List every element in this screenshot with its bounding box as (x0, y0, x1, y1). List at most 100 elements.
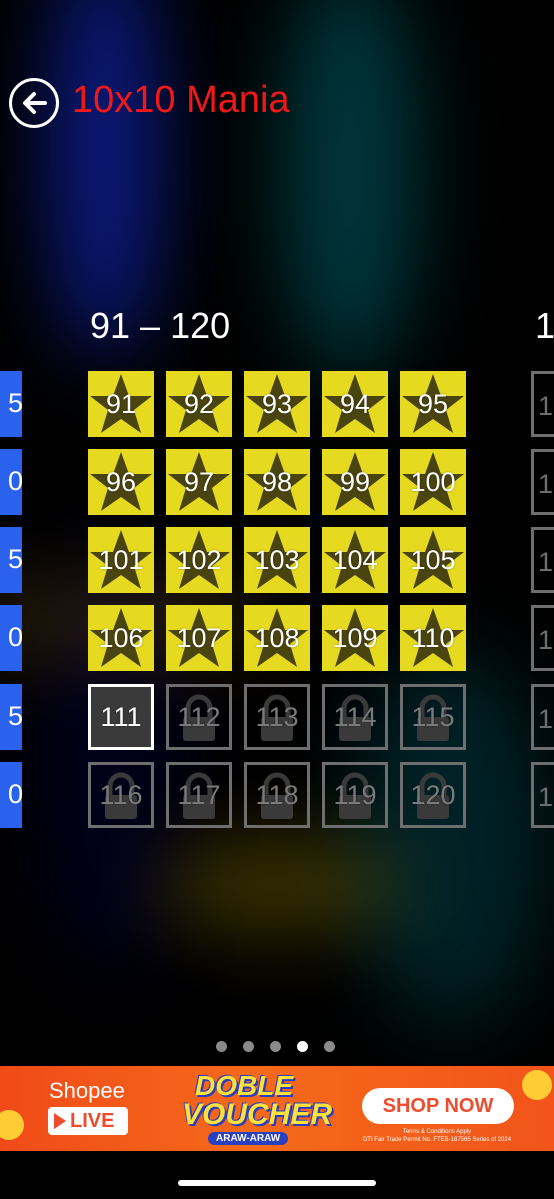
ad-live-label: LIVE (70, 1109, 115, 1132)
level-number: 1 (538, 704, 554, 734)
level-tile-92[interactable]: 92 (166, 371, 232, 437)
level-number: 114 (333, 701, 377, 732)
level-number: 101 (98, 544, 144, 575)
ad-terms-line: Terms & Conditions Apply (402, 1129, 472, 1135)
prev-page-tile[interactable]: 0 (0, 762, 22, 828)
coin-decoration (0, 1105, 29, 1145)
page-title: 91 – 120 (90, 305, 231, 346)
page-dot[interactable] (243, 1041, 254, 1052)
level-tile-108[interactable]: 108 (244, 605, 310, 671)
level-tile-95[interactable]: 95 (400, 371, 466, 437)
level-tile-117: 117 (166, 762, 232, 828)
level-number: 1 (538, 469, 554, 499)
level-number: 120 (410, 779, 456, 810)
next-page-title: 1 (535, 305, 554, 346)
page-dot[interactable] (297, 1041, 308, 1052)
level-number: 1 (538, 625, 554, 655)
level-tile-100[interactable]: 100 (400, 449, 466, 515)
level-number: 104 (332, 544, 378, 575)
level-number: 94 (339, 388, 371, 419)
level-number: 5 (7, 544, 22, 574)
ad-shop-now-button[interactable]: SHOP NOW (362, 1088, 514, 1124)
home-indicator (178, 1180, 376, 1186)
back-arrow-icon (23, 92, 47, 114)
level-number: 106 (98, 622, 144, 653)
level-tile-111[interactable]: 111 (88, 684, 154, 750)
level-number: 102 (176, 544, 222, 575)
level-number: 118 (255, 779, 299, 810)
prev-page-tile[interactable]: 5 (0, 527, 22, 593)
page-dot[interactable] (324, 1041, 335, 1052)
level-number: 5 (7, 701, 22, 731)
coin-decoration (522, 1070, 552, 1100)
level-tile-105[interactable]: 105 (400, 527, 466, 593)
ad-brand: Shopee (49, 1078, 125, 1103)
level-number: 1 (538, 782, 554, 812)
ad-tagline: ARAW-ARAW (208, 1132, 289, 1145)
prev-page-tile[interactable]: 5 (0, 371, 22, 437)
level-tile-113: 113 (244, 684, 310, 750)
ad-terms: Terms & Conditions Apply DTI Fair Trade … (362, 1128, 512, 1144)
level-number: 108 (254, 622, 300, 653)
level-number: 110 (411, 622, 455, 653)
page-indicator (216, 1041, 335, 1052)
page-dot[interactable] (216, 1041, 227, 1052)
ad-terms-line: DTI Fair Trade Permit No. FTEB-187565 Se… (362, 1137, 512, 1143)
next-page-tile: 1 (531, 527, 554, 593)
level-number: 0 (7, 622, 22, 652)
level-tile-101[interactable]: 101 (88, 527, 154, 593)
level-tile-107[interactable]: 107 (166, 605, 232, 671)
next-page-tile: 1 (531, 371, 554, 437)
level-number: 0 (7, 466, 22, 496)
prev-page-tile[interactable]: 0 (0, 449, 22, 515)
level-tile-99[interactable]: 99 (322, 449, 388, 515)
level-tile-118: 118 (244, 762, 310, 828)
level-tile-98[interactable]: 98 (244, 449, 310, 515)
ambient-background (0, 0, 554, 1199)
level-number: 5 (7, 388, 22, 418)
level-number: 93 (261, 388, 293, 419)
level-tile-97[interactable]: 97 (166, 449, 232, 515)
level-tile-94[interactable]: 94 (322, 371, 388, 437)
level-tile-115: 115 (400, 684, 466, 750)
next-page-tile: 1 (531, 684, 554, 750)
level-number: 1 (538, 391, 554, 421)
prev-page-tile[interactable]: 0 (0, 605, 22, 671)
level-tile-116: 116 (88, 762, 154, 828)
level-tile-120: 120 (400, 762, 466, 828)
level-number: 115 (411, 701, 455, 732)
level-tile-112: 112 (166, 684, 232, 750)
level-tile-106[interactable]: 106 (88, 605, 154, 671)
glow-teal (280, 0, 420, 380)
next-page-tile: 1 (531, 762, 554, 828)
level-number: 111 (100, 701, 142, 732)
level-number: 109 (332, 622, 378, 653)
page-dot[interactable] (270, 1041, 281, 1052)
ad-banner[interactable]: Shopee LIVE DOBLE VOUCHER ARAW-ARAW SHOP… (0, 1066, 554, 1151)
level-number: 112 (177, 701, 221, 732)
ad-live-badge: LIVE (48, 1107, 128, 1135)
level-tile-91[interactable]: 91 (88, 371, 154, 437)
level-number: 113 (255, 701, 299, 732)
level-number: 91 (105, 388, 137, 419)
next-page-tile: 1 (531, 449, 554, 515)
level-number: 96 (105, 466, 137, 497)
level-number: 117 (177, 779, 221, 810)
next-page-tile: 1 (531, 605, 554, 671)
level-tile-93[interactable]: 93 (244, 371, 310, 437)
level-number: 103 (254, 544, 300, 575)
prev-page-tile[interactable]: 5 (0, 684, 22, 750)
glow-gold (150, 840, 400, 930)
level-number: 97 (183, 466, 215, 497)
level-tile-110[interactable]: 110 (400, 605, 466, 671)
level-tile-96[interactable]: 96 (88, 449, 154, 515)
level-number: 1 (538, 547, 554, 577)
level-tile-103[interactable]: 103 (244, 527, 310, 593)
level-number: 116 (99, 779, 143, 810)
level-tile-104[interactable]: 104 (322, 527, 388, 593)
level-number: 105 (410, 544, 456, 575)
level-tile-109[interactable]: 109 (322, 605, 388, 671)
back-button[interactable] (9, 78, 59, 128)
app-title: 10x10 Mania (72, 79, 290, 121)
level-tile-102[interactable]: 102 (166, 527, 232, 593)
